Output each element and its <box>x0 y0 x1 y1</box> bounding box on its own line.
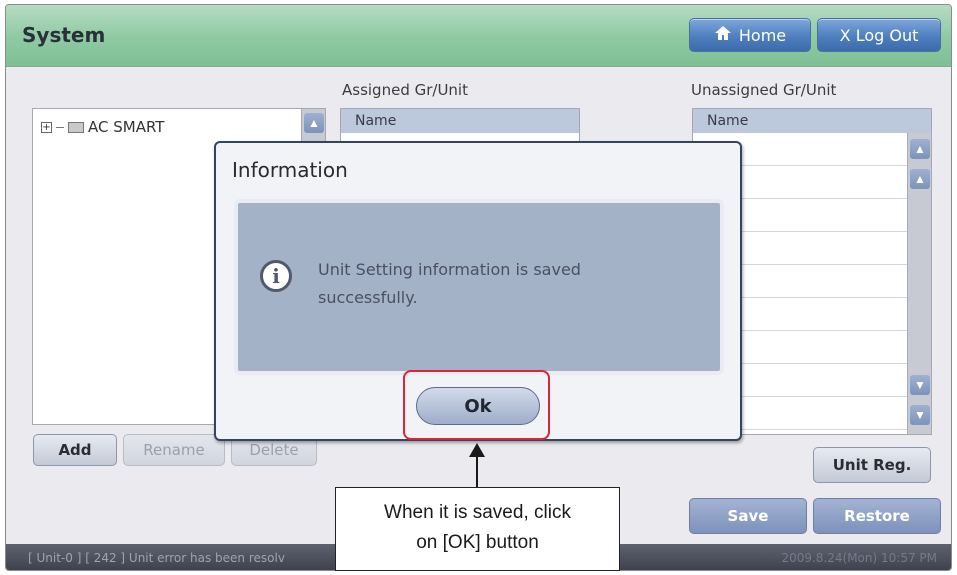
scroll-top-icon[interactable]: ▲ <box>304 113 324 133</box>
save-button[interactable]: Save <box>689 498 807 534</box>
home-icon <box>714 25 732 45</box>
page-title: System <box>22 23 106 47</box>
unassigned-label: Unassigned Gr/Unit <box>691 81 837 99</box>
logout-button[interactable]: X Log Out <box>817 18 941 52</box>
scroll-down-icon[interactable]: ▼ <box>910 375 930 395</box>
logout-label: X Log Out <box>839 25 919 45</box>
home-button[interactable]: Home <box>689 18 811 52</box>
dialog-title: Information <box>232 158 348 182</box>
rename-button[interactable]: Rename <box>123 434 225 466</box>
scroll-top-icon[interactable]: ▲ <box>910 139 930 159</box>
expand-icon[interactable]: + <box>41 121 52 133</box>
unassigned-column-header: Name <box>693 109 931 133</box>
title-bar: System Home X Log Out <box>6 5 951 67</box>
scroll-up-icon[interactable]: ▲ <box>910 169 930 189</box>
scroll-bottom-icon[interactable]: ▼ <box>910 405 930 425</box>
dialog-message: Unit Setting information is saved succes… <box>318 260 581 307</box>
assigned-label: Assigned Gr/Unit <box>342 81 468 99</box>
unassigned-scrollbar[interactable]: ▲ ▲ ▼ ▼ <box>907 133 931 434</box>
callout-line-1: When it is saved, click <box>384 502 571 523</box>
info-icon: i <box>260 260 292 292</box>
callout-box: When it is saved, click on [OK] button <box>335 487 620 571</box>
unit-reg-button[interactable]: Unit Reg. <box>813 447 931 483</box>
status-message: [ Unit-0 ] [ 242 ] Unit error has been r… <box>28 551 285 565</box>
add-button-label: Add <box>58 441 92 459</box>
add-button[interactable]: Add <box>33 434 117 466</box>
callout-line-2: on [OK] button <box>416 532 539 553</box>
tree-node-label: AC SMART <box>88 118 165 136</box>
restore-label: Restore <box>844 507 910 525</box>
ok-highlight-frame <box>403 370 550 440</box>
assigned-column-header: Name <box>341 109 579 133</box>
status-datetime: 2009.8.24(Mon) 10:57 PM <box>781 551 937 565</box>
rename-button-label: Rename <box>143 441 205 459</box>
tree-connector <box>56 126 64 128</box>
restore-button[interactable]: Restore <box>813 498 941 534</box>
home-label: Home <box>738 25 787 45</box>
callout-arrow-line <box>476 455 478 489</box>
unit-reg-label: Unit Reg. <box>832 456 912 474</box>
folder-icon <box>68 121 84 133</box>
tree-node-root[interactable]: + AC SMART <box>41 118 164 136</box>
delete-button-label: Delete <box>249 441 299 459</box>
save-label: Save <box>727 507 769 525</box>
dialog-body: i Unit Setting information is saved succ… <box>234 199 724 375</box>
